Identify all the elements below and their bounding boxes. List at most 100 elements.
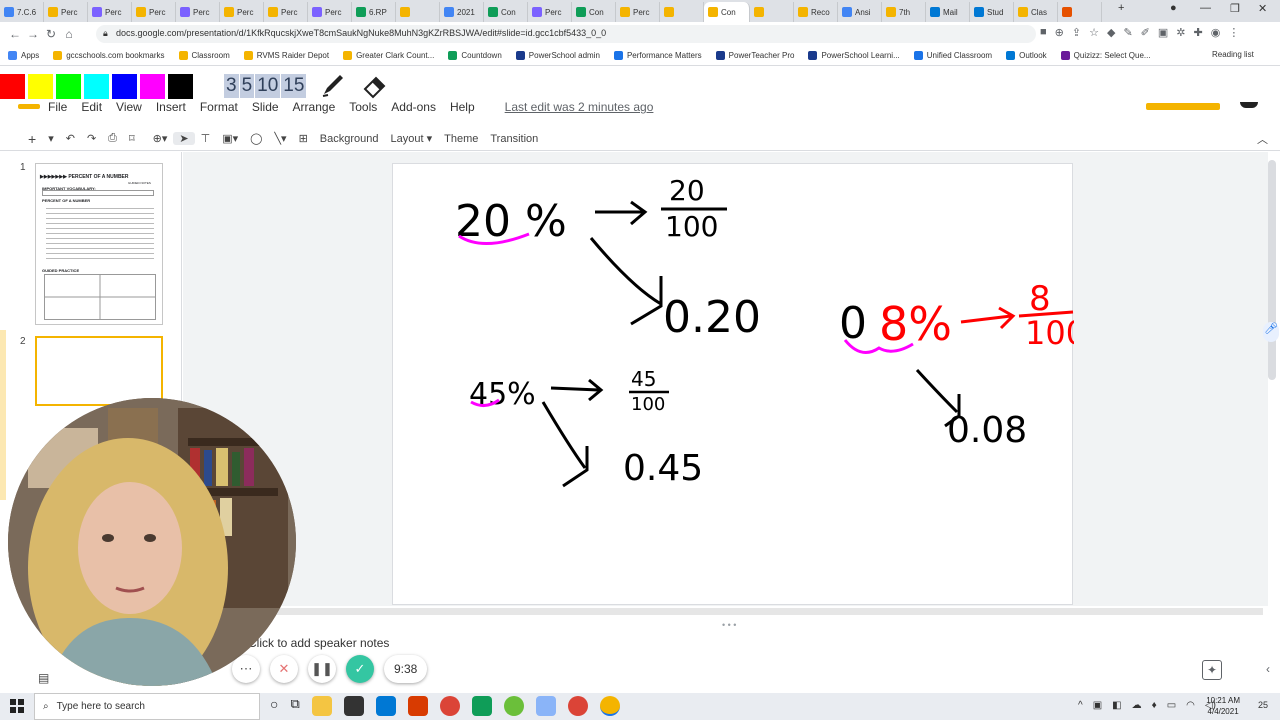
print-icon[interactable]: ⎙ <box>102 132 123 145</box>
menu-help[interactable]: Help <box>450 100 475 118</box>
browser-tab[interactable]: Perc <box>220 2 264 22</box>
browser-tab[interactable]: Con <box>572 2 616 22</box>
browser-tab[interactable]: Perc <box>616 2 660 22</box>
c-app-icon[interactable] <box>503 696 524 716</box>
zoom-icon[interactable]: ⊕▾ <box>147 132 174 145</box>
last-edit-link[interactable]: Last edit was 2 minutes ago <box>505 100 654 118</box>
undo-icon[interactable]: ↶ <box>60 132 81 145</box>
paint-format-icon[interactable]: ⌑ <box>123 132 141 145</box>
browser-tab[interactable] <box>750 2 794 22</box>
horizontal-scrollbar[interactable] <box>183 608 1263 615</box>
bookmark-item[interactable]: Apps <box>8 51 39 60</box>
avatar[interactable]: ◉ <box>1211 26 1221 39</box>
browser-tab[interactable]: 2021 <box>440 2 484 22</box>
edit-icon[interactable]: ✐ <box>1141 26 1150 39</box>
menu-tools[interactable]: Tools <box>349 100 377 118</box>
bookmark-item[interactable]: Greater Clark Count... <box>343 51 434 60</box>
puzzle-icon[interactable]: ✚ <box>1194 26 1203 39</box>
textbox-icon[interactable]: ⊤ <box>195 132 217 145</box>
browser-tab[interactable]: Perc <box>308 2 352 22</box>
bookmark-item[interactable]: Performance Matters <box>613 51 702 60</box>
notes-resize-handle[interactable]: • • • <box>722 620 736 630</box>
pen-icon[interactable] <box>319 71 347 102</box>
redo-icon[interactable]: ↷ <box>81 132 102 145</box>
menu-edit[interactable]: Edit <box>81 100 102 118</box>
browser-tab[interactable] <box>1058 2 1102 22</box>
pen-color-swatch[interactable] <box>84 73 109 99</box>
browser-tab[interactable]: Clas <box>1014 2 1058 22</box>
paint-icon[interactable] <box>535 696 556 716</box>
bookmark-item[interactable]: Unified Classroom <box>913 51 992 60</box>
shape-icon[interactable]: ◯ <box>244 132 268 145</box>
browser-tab[interactable]: Con <box>704 2 750 22</box>
browser-tab[interactable]: 7.C.6 <box>0 2 44 22</box>
webcam-bubble[interactable] <box>8 398 296 686</box>
menu-arrange[interactable]: Arrange <box>293 100 336 118</box>
browser-tab[interactable]: Con <box>484 2 528 22</box>
taskbar-search[interactable]: ⌕ Type here to search <box>34 693 260 720</box>
browser-tab[interactable]: Perc <box>44 2 88 22</box>
transition-button[interactable]: Transition <box>484 133 544 145</box>
menu-insert[interactable]: Insert <box>156 100 186 118</box>
chrome-profile-icon[interactable] <box>567 696 588 716</box>
screencastify-icon[interactable]: ▣ <box>1158 26 1168 39</box>
collapse-toolbar-icon[interactable]: ︿ <box>1251 131 1274 147</box>
browser-tab[interactable]: Perc <box>132 2 176 22</box>
account-avatar[interactable] <box>1240 102 1258 108</box>
pen-color-swatch[interactable] <box>0 73 25 99</box>
reading-list-link[interactable]: Reading list <box>1212 50 1254 59</box>
pen-size-button[interactable]: 15 <box>281 74 307 98</box>
docs-logo[interactable] <box>18 104 40 109</box>
profile-icon[interactable]: ● <box>1170 2 1177 14</box>
cloud-icon[interactable]: ☁︎ <box>1132 700 1142 711</box>
close-window-button[interactable]: ✕ <box>1258 2 1267 15</box>
slide-thumbnail-2[interactable] <box>35 336 163 406</box>
browser-tab[interactable] <box>396 2 440 22</box>
chevron-up-icon[interactable]: ^ <box>1078 700 1083 711</box>
battery-icon[interactable]: ▭ <box>1167 700 1176 711</box>
store-icon[interactable] <box>343 696 364 716</box>
bookmark-item[interactable]: Countdown <box>448 51 502 60</box>
browser-tab[interactable]: Mail <box>926 2 970 22</box>
vertical-scrollbar[interactable] <box>1268 160 1276 380</box>
image-icon[interactable]: ▣▾ <box>216 132 244 145</box>
background-button[interactable]: Background <box>314 133 385 145</box>
cortana-icon[interactable]: ○ <box>270 696 278 716</box>
eraser-icon[interactable] <box>361 71 389 102</box>
browser-tab[interactable]: Perc <box>264 2 308 22</box>
chrome-active-icon[interactable] <box>599 696 620 716</box>
new-slide-icon[interactable]: + <box>22 131 42 147</box>
reload-icon[interactable]: ↻ <box>42 27 60 41</box>
pen-size-button[interactable]: 10 <box>255 74 281 98</box>
cancel-recording-icon[interactable]: ✕ <box>270 655 298 683</box>
bookmark-item[interactable]: PowerSchool admin <box>515 51 600 60</box>
pen-color-swatch[interactable] <box>28 73 53 99</box>
restore-button[interactable]: ❐ <box>1230 2 1240 15</box>
share-icon[interactable]: ⇪ <box>1072 26 1081 39</box>
gear-icon[interactable]: ✲ <box>1176 26 1185 39</box>
menu-format[interactable]: Format <box>200 100 238 118</box>
menu-view[interactable]: View <box>116 100 142 118</box>
bookmark-item[interactable]: Classroom <box>178 51 230 60</box>
pen-color-swatch[interactable] <box>140 73 165 99</box>
menu-add-ons[interactable]: Add-ons <box>391 100 436 118</box>
new-tab-button[interactable]: + <box>1118 2 1124 14</box>
meet-icon[interactable]: ▣ <box>1093 700 1102 711</box>
camera-icon[interactable]: ■ <box>1040 26 1047 39</box>
star-icon[interactable]: ☆ <box>1089 26 1099 39</box>
microphone-icon[interactable]: ♦ <box>1152 700 1157 711</box>
pen-color-swatch[interactable] <box>112 73 137 99</box>
mail-icon[interactable] <box>375 696 396 716</box>
bookmark-item[interactable]: Outlook <box>1006 51 1047 60</box>
file-explorer-icon[interactable] <box>311 696 332 716</box>
more-options-icon[interactable]: ⋯ <box>232 655 260 683</box>
share-button[interactable] <box>1146 103 1220 110</box>
slide-thumbnail-1[interactable]: ▶▶▶▶▶▶▶ PERCENT OF A NUMBER GUIDED NOTES… <box>35 163 163 325</box>
browser-tab[interactable]: Perc <box>176 2 220 22</box>
line-icon[interactable]: ╲▾ <box>268 132 292 145</box>
more-icon[interactable]: ⋮ <box>1228 26 1239 39</box>
current-slide[interactable]: .ink { font-family: "DejaVu Sans", sans-… <box>392 163 1074 605</box>
chrome-icon[interactable] <box>439 696 460 716</box>
pen-color-swatch[interactable] <box>56 73 81 99</box>
home-icon[interactable]: ⌂ <box>60 27 78 41</box>
